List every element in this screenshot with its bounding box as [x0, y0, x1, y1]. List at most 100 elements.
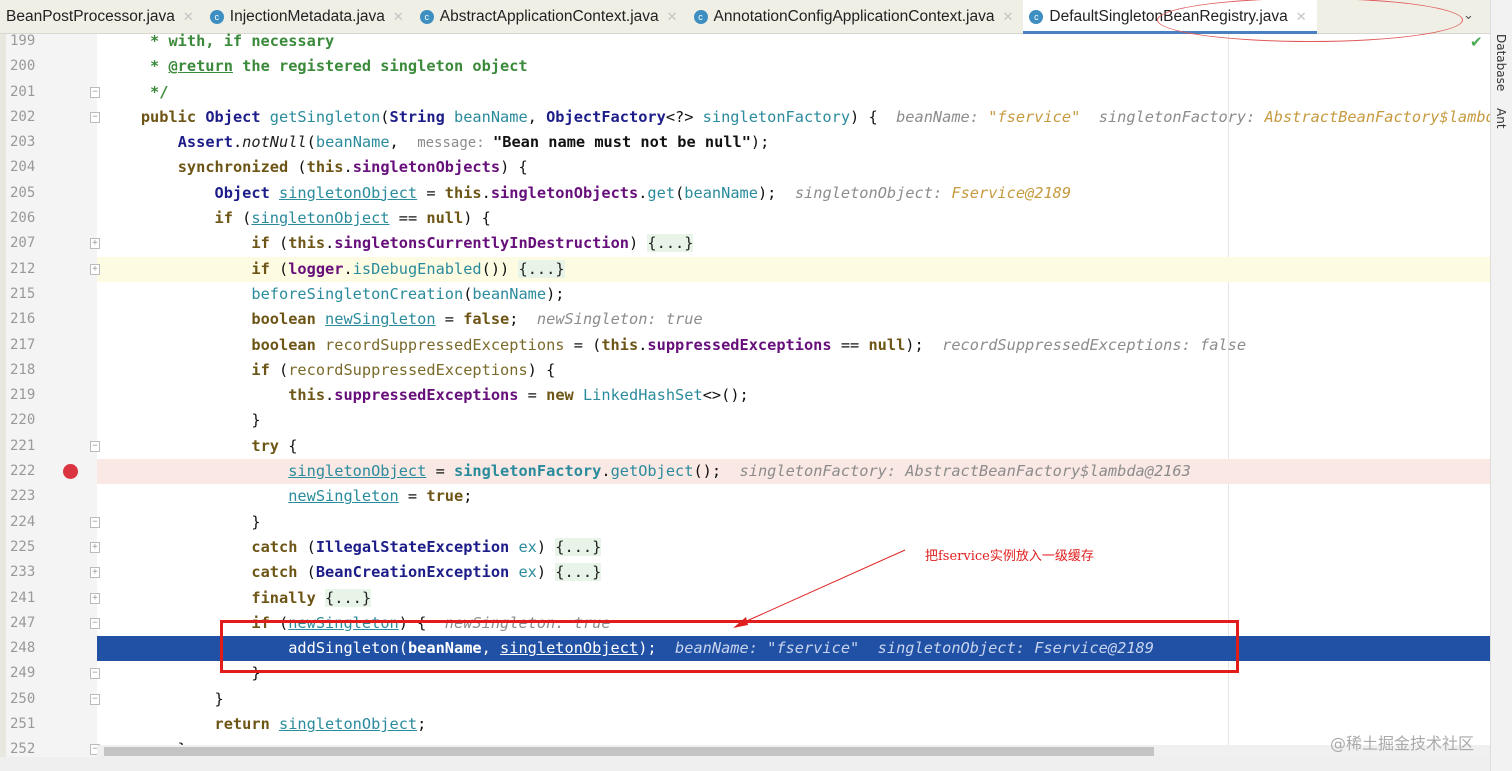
- line-number[interactable]: 250: [10, 687, 40, 712]
- code-line[interactable]: 203 Assert.notNull(beanName, message: "B…: [0, 130, 1490, 155]
- code-line[interactable]: 250 − }: [0, 687, 1490, 712]
- fold-open-icon[interactable]: −: [90, 111, 100, 123]
- line-number[interactable]: 241: [10, 586, 40, 611]
- line-number[interactable]: 216: [10, 307, 40, 332]
- tab-list-chevron-icon[interactable]: ⌄: [1463, 8, 1474, 23]
- code-token: Object: [214, 183, 279, 202]
- line-number[interactable]: 233: [10, 560, 40, 585]
- code-line[interactable]: 216 boolean newSingleton = false; newSin…: [0, 307, 1490, 332]
- tab-label: BeanPostProcessor.java: [6, 7, 175, 25]
- line-number[interactable]: 217: [10, 333, 40, 358]
- code-line[interactable]: 251 return singletonObject;: [0, 712, 1490, 737]
- code-line[interactable]: 241 + finally {...}: [0, 586, 1490, 611]
- close-tab-icon[interactable]: ✕: [183, 9, 194, 25]
- database-tool-button[interactable]: Database: [1494, 34, 1508, 91]
- code-token: get: [647, 183, 676, 202]
- close-tab-icon[interactable]: ✕: [667, 9, 678, 25]
- line-number[interactable]: 223: [10, 484, 40, 509]
- line-number[interactable]: 215: [10, 282, 40, 307]
- code-token: false: [463, 310, 510, 329]
- code-token: =: [518, 386, 547, 405]
- code-line[interactable]: 219 this.suppressedExceptions = new Link…: [0, 383, 1490, 408]
- line-number[interactable]: 251: [10, 712, 40, 737]
- code-line[interactable]: 218 if (recordSuppressedExceptions) {: [0, 358, 1490, 383]
- fold-close-icon[interactable]: −: [90, 86, 100, 98]
- line-number[interactable]: 218: [10, 358, 40, 383]
- line-number[interactable]: 205: [10, 181, 40, 206]
- close-tab-icon[interactable]: ✕: [1002, 9, 1013, 25]
- code-token: ,: [527, 107, 547, 126]
- code-token: if: [251, 259, 279, 278]
- inline-debug-value: newSingleton: true: [536, 310, 703, 329]
- line-number[interactable]: 222: [10, 459, 40, 484]
- close-tab-icon[interactable]: ✕: [393, 9, 404, 25]
- fold-close-icon[interactable]: −: [90, 516, 100, 528]
- fold-collapsed-icon[interactable]: +: [90, 567, 100, 579]
- fold-collapsed-icon[interactable]: +: [90, 263, 100, 275]
- code-token: }: [104, 512, 261, 531]
- line-number[interactable]: 207: [10, 231, 40, 256]
- code-line[interactable]: 212 + if (logger.isDebugEnabled()) {...}: [0, 256, 1490, 282]
- fold-collapsed-icon[interactable]: +: [90, 238, 100, 250]
- fold-collapsed-icon[interactable]: +: [90, 541, 100, 553]
- code-token: ==: [831, 335, 869, 354]
- line-text: * @return the registered singleton objec…: [104, 54, 1490, 79]
- code-line[interactable]: 204 synchronized (this.singletonObjects)…: [0, 155, 1490, 180]
- code-token: this: [288, 386, 326, 405]
- breakpoint-icon[interactable]: [63, 464, 78, 480]
- code-line[interactable]: 225 + catch (IllegalStateException ex) {.…: [0, 535, 1490, 560]
- fold-collapsed-icon[interactable]: +: [90, 592, 100, 604]
- fold-close-icon[interactable]: −: [90, 693, 100, 705]
- code-token: boolean: [251, 310, 326, 329]
- line-number[interactable]: 206: [10, 206, 40, 231]
- line-text: */: [104, 80, 1490, 105]
- code-line[interactable]: 233 + catch (BeanCreationException ex) {.…: [0, 560, 1490, 585]
- code-line[interactable]: 205 Object singletonObject = this.single…: [0, 181, 1490, 206]
- code-token: beanName: [684, 183, 758, 202]
- line-number[interactable]: 248: [10, 636, 40, 661]
- code-line[interactable]: 206 if (singletonObject == null) {: [0, 206, 1490, 231]
- line-number[interactable]: 224: [10, 510, 40, 535]
- line-number[interactable]: 221: [10, 434, 40, 459]
- line-number[interactable]: 220: [10, 408, 40, 433]
- fold-close-icon[interactable]: −: [90, 668, 100, 680]
- code-line[interactable]: 222 singletonObject = singletonFactory.g…: [0, 459, 1490, 485]
- code-token: * with, if necessary: [104, 32, 335, 50]
- code-token: if: [251, 360, 279, 379]
- code-line[interactable]: 221 − try {: [0, 434, 1490, 459]
- line-number[interactable]: 247: [10, 611, 40, 636]
- code-line[interactable]: 224 − }: [0, 510, 1490, 535]
- code-line[interactable]: 215 beforeSingletonCreation(beanName);: [0, 282, 1490, 307]
- code-line[interactable]: 223 newSingleton = true;: [0, 484, 1490, 509]
- line-number[interactable]: 203: [10, 130, 40, 155]
- code-token: this: [306, 158, 344, 177]
- line-number[interactable]: 202: [10, 105, 40, 130]
- line-number[interactable]: 204: [10, 155, 40, 180]
- code-token: catch: [251, 537, 307, 556]
- line-number[interactable]: 199: [10, 29, 40, 54]
- ant-tool-button[interactable]: Ant: [1494, 108, 1508, 129]
- code-line[interactable]: 201 − */: [0, 80, 1490, 105]
- line-number[interactable]: 225: [10, 535, 40, 560]
- horizontal-scrollbar-thumb[interactable]: [104, 747, 1154, 756]
- line-number[interactable]: 200: [10, 54, 40, 79]
- code-line[interactable]: 202 − public Object getSingleton(String b…: [0, 105, 1490, 130]
- line-number[interactable]: 201: [10, 80, 40, 105]
- code-line[interactable]: 220 }: [0, 408, 1490, 433]
- line-number[interactable]: 249: [10, 661, 40, 686]
- code-line[interactable]: 217 boolean recordSuppressedExceptions =…: [0, 333, 1490, 358]
- line-text: if (recordSuppressedExceptions) {: [104, 358, 1490, 383]
- code-line[interactable]: 207 + if (this.singletonsCurrentlyInDestr…: [0, 231, 1490, 256]
- line-number[interactable]: 219: [10, 383, 40, 408]
- code-token: this: [601, 335, 639, 354]
- code-token: null: [868, 335, 906, 354]
- code-token: singletonFactory: [702, 107, 851, 126]
- inspection-ok-check-icon: ✔: [1470, 33, 1483, 51]
- line-number[interactable]: 212: [10, 257, 40, 282]
- class-icon: c: [693, 9, 708, 24]
- fold-open-icon[interactable]: −: [90, 440, 100, 452]
- fold-open-icon[interactable]: −: [90, 617, 100, 629]
- code-token: .: [325, 234, 335, 253]
- code-line[interactable]: 200 * @return the registered singleton o…: [0, 54, 1490, 79]
